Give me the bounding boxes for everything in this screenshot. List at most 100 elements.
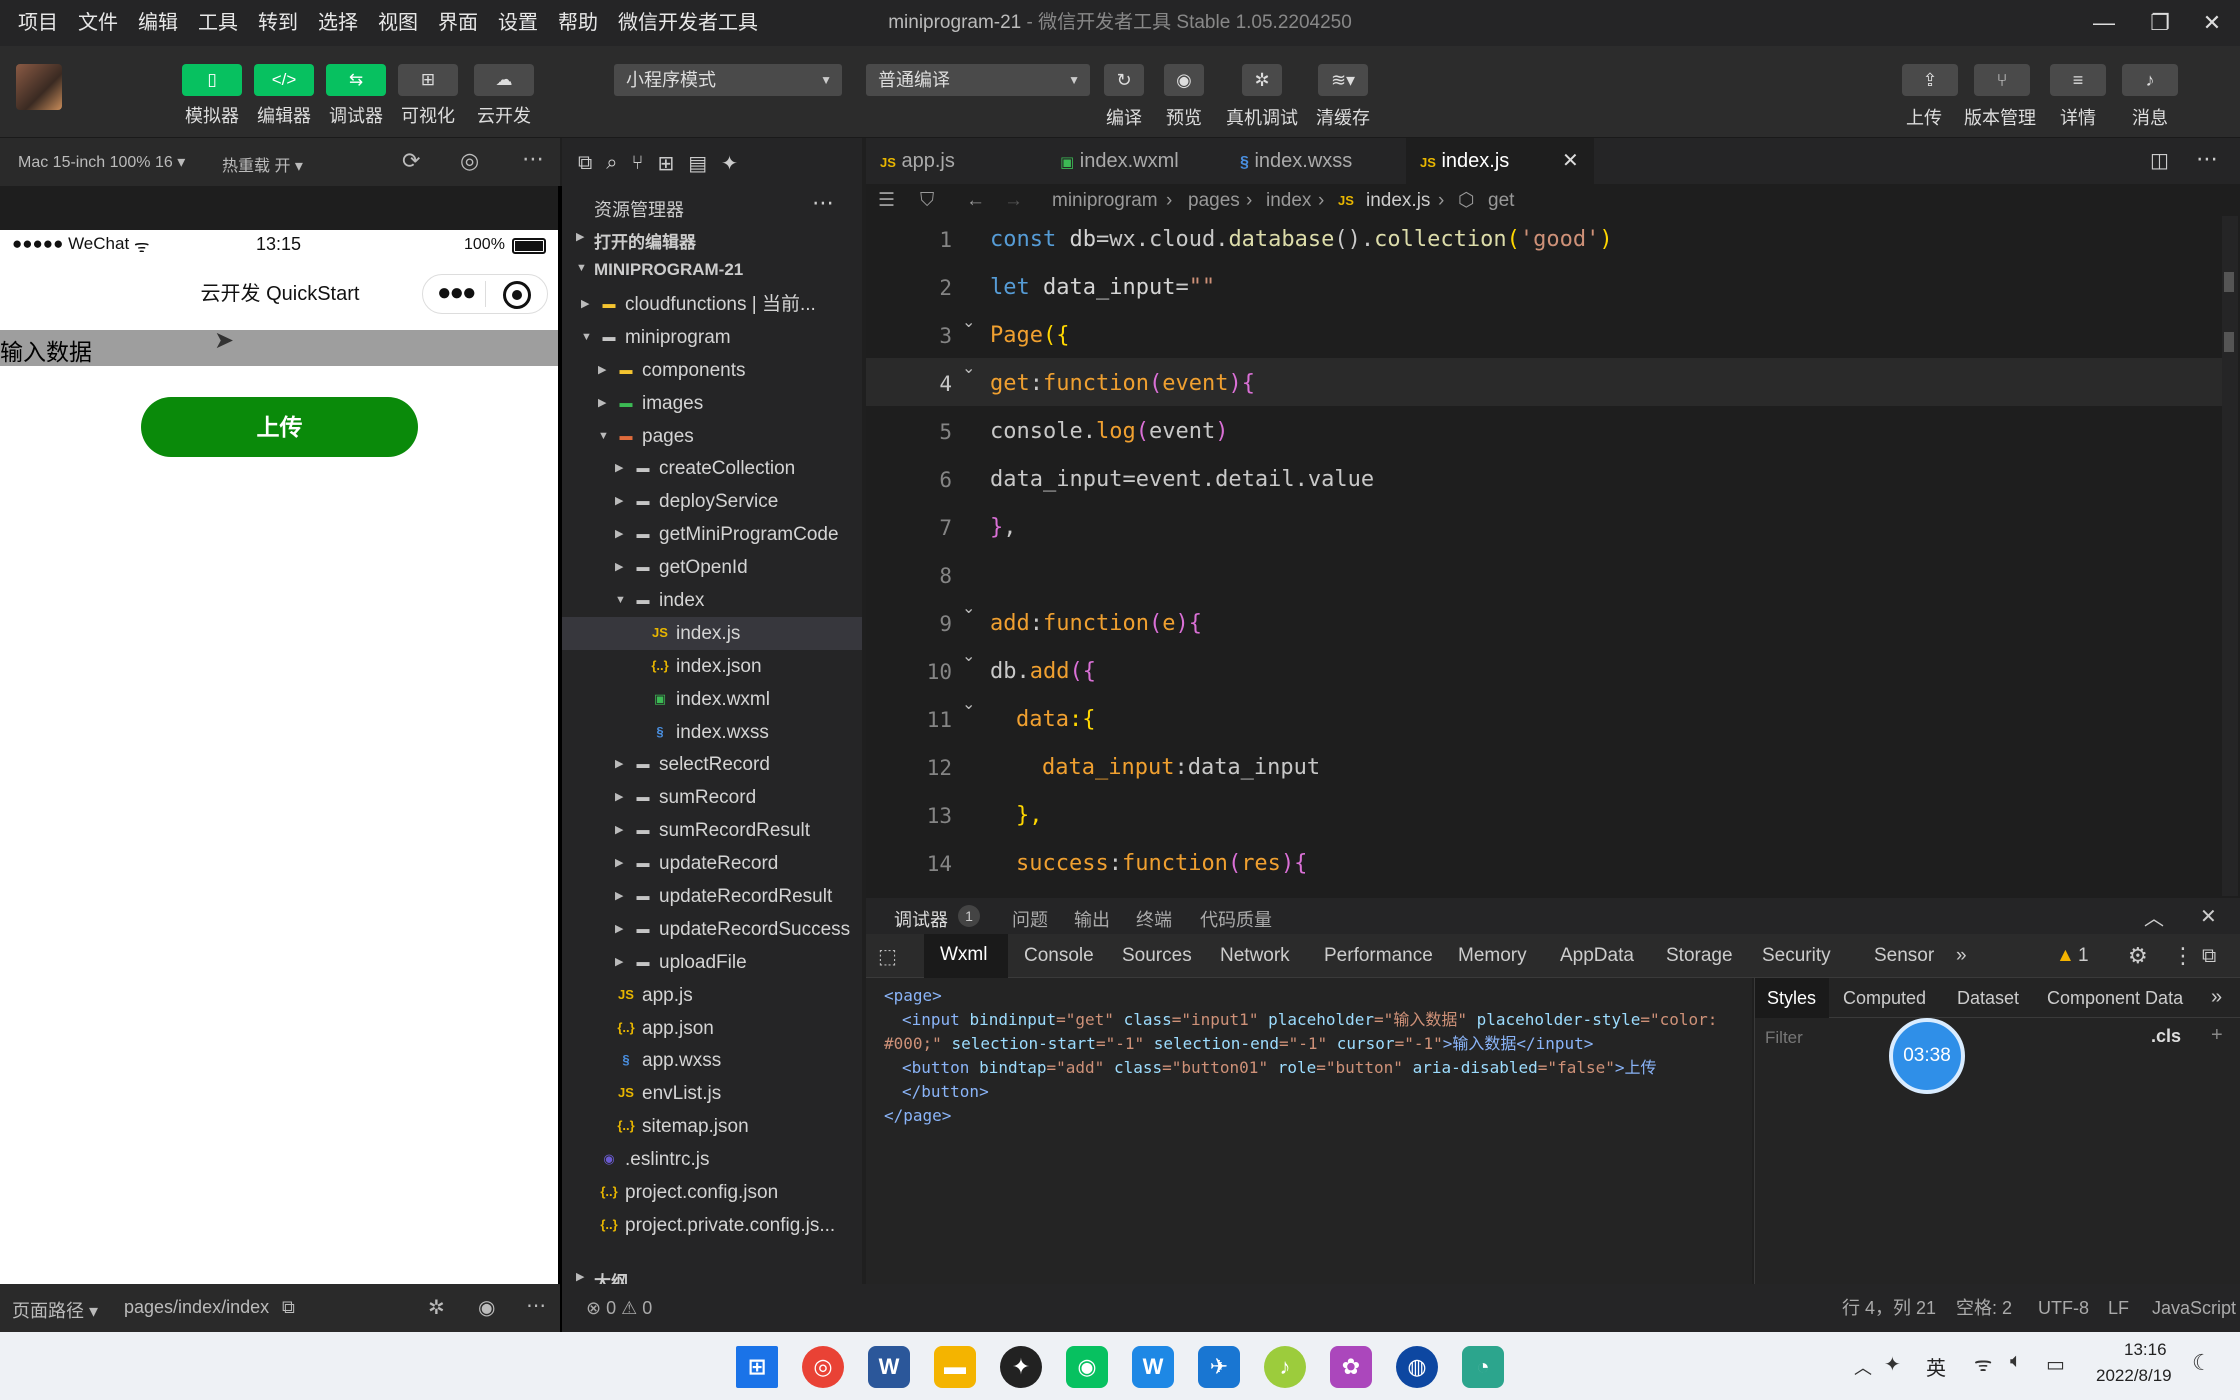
devtools-app-icon[interactable]: ◔: [1462, 1346, 1504, 1388]
compile-select[interactable]: 普通编译 ▼: [866, 64, 1090, 96]
folder-item[interactable]: ▶ ▬ createCollection: [562, 452, 862, 485]
feishu-icon[interactable]: ✈: [1198, 1346, 1240, 1388]
eye-icon[interactable]: ◉: [478, 1295, 495, 1320]
wxml-line[interactable]: </button>: [902, 1080, 989, 1104]
tab-index-wxss[interactable]: § index.wxss: [1226, 138, 1406, 184]
cursor-position[interactable]: 行 4，列 21: [1842, 1284, 1936, 1332]
folder-item[interactable]: ▶ ▬ getMiniProgramCode: [562, 518, 862, 551]
fold-icon[interactable]: ⌄: [962, 646, 975, 666]
wifi-icon[interactable]: ᯤ: [1974, 1350, 1992, 1377]
data-input[interactable]: 输入数据: [0, 330, 560, 366]
breadcrumb-item[interactable]: pages: [1188, 184, 1240, 218]
mode-select[interactable]: 小程序模式 ▼: [614, 64, 842, 96]
file-item[interactable]: {..} app.json: [562, 1012, 862, 1045]
maximize-button[interactable]: ❐: [2132, 0, 2188, 46]
clock-date[interactable]: 2022/8/19: [2096, 1366, 2172, 1386]
folder-item[interactable]: ▶ ▬ selectRecord: [562, 748, 862, 781]
wxml-line[interactable]: </page>: [884, 1104, 951, 1128]
bird-icon[interactable]: ✦: [721, 151, 738, 176]
tab-index-js[interactable]: JS index.js ✕: [1406, 138, 1594, 184]
version-label[interactable]: 版本管理: [1964, 104, 2036, 130]
file-item[interactable]: ◉ .eslintrc.js: [562, 1143, 862, 1176]
more-tabs-icon[interactable]: »: [1956, 934, 1967, 978]
menu-project[interactable]: 项目: [0, 0, 68, 46]
tab-sensor[interactable]: Sensor: [1874, 934, 1934, 978]
bookmark-icon[interactable]: ⛉: [920, 184, 934, 218]
hotreload-select[interactable]: 热重载 开 ▾: [222, 152, 303, 176]
folder-item[interactable]: ▼ ▬ pages: [562, 420, 862, 453]
breadcrumb-item[interactable]: get: [1488, 184, 1514, 218]
tab-styles[interactable]: Styles: [1755, 978, 1829, 1018]
folder-item[interactable]: ▶ ▬ getOpenId: [562, 551, 862, 584]
folder-item[interactable]: ▼ ▬ index: [562, 584, 862, 617]
menu-devtools[interactable]: 微信开发者工具: [608, 0, 768, 46]
device-select[interactable]: Mac 15-inch 100% 16 ▾: [18, 152, 185, 172]
folder-item[interactable]: ▶ ▬ uploadFile: [562, 946, 862, 979]
menu-tools[interactable]: 工具: [188, 0, 248, 46]
list-icon[interactable]: ☰: [878, 184, 895, 218]
file-item[interactable]: JS app.js: [562, 979, 862, 1012]
browser-icon[interactable]: ◍: [1396, 1346, 1438, 1388]
folder-item[interactable]: ▶ ▬ images: [562, 387, 862, 420]
tab-problems[interactable]: 问题: [1012, 906, 1048, 932]
upload-icon[interactable]: ⇪: [1902, 64, 1958, 96]
more-icon[interactable]: ⋯: [812, 190, 834, 216]
folder-item[interactable]: ▶ ▬ sumRecordResult: [562, 814, 862, 847]
upload-button[interactable]: 上传: [141, 397, 418, 457]
tab-output[interactable]: 输出: [1074, 906, 1110, 932]
more-dots-icon[interactable]: ●●●: [437, 279, 476, 307]
menu-view[interactable]: 视图: [368, 0, 428, 46]
fold-icon[interactable]: ⌄: [962, 598, 975, 618]
messages-label[interactable]: 消息: [2132, 104, 2168, 130]
simulator-toggle-button[interactable]: ▯ 模拟器: [182, 64, 242, 128]
project-section[interactable]: MINIPROGRAM-21: [594, 260, 743, 280]
chevron-up-icon[interactable]: ︿: [1854, 1354, 1872, 1380]
encoding[interactable]: UTF-8: [2038, 1284, 2089, 1332]
gear-icon[interactable]: ⚙: [2128, 934, 2148, 978]
bug-icon[interactable]: ✲: [428, 1295, 445, 1320]
folder-item[interactable]: ▶ ▬ cloudfunctions | 当前...: [562, 288, 862, 321]
tab-terminal[interactable]: 终端: [1136, 906, 1172, 932]
back-icon[interactable]: ←: [966, 184, 985, 218]
folder-item[interactable]: ▶ ▬ deployService: [562, 485, 862, 518]
refresh-icon[interactable]: ↻: [1104, 64, 1144, 96]
minimize-button[interactable]: —: [2076, 0, 2132, 46]
source-control-icon[interactable]: ⑂: [631, 152, 643, 175]
file-item[interactable]: {..} project.private.config.js...: [562, 1209, 862, 1242]
page-path-select[interactable]: 页面路径 ▾: [12, 1297, 98, 1323]
wxml-line[interactable]: #000;" selection-start="-1" selection-en…: [884, 1032, 1593, 1056]
music-icon[interactable]: ♪: [1264, 1346, 1306, 1388]
error-count[interactable]: ⊗ 0 ⚠ 0: [586, 1284, 652, 1332]
wxml-tree[interactable]: <page> <input bindinput="get" class="inp…: [866, 978, 1752, 1284]
file-item[interactable]: {..} sitemap.json: [562, 1110, 862, 1143]
tab-storage[interactable]: Storage: [1666, 934, 1733, 978]
tab-app-js[interactable]: JS app.js: [866, 138, 1046, 184]
open-editors-section[interactable]: 打开的编辑器: [594, 228, 696, 253]
rotate-icon[interactable]: ⟳: [402, 148, 420, 174]
file-item[interactable]: {..} project.config.json: [562, 1176, 862, 1209]
qq-tray-icon[interactable]: ✦: [1884, 1352, 1901, 1377]
word-icon[interactable]: W: [868, 1346, 910, 1388]
folder-icon[interactable]: ▬: [934, 1346, 976, 1388]
menu-edit[interactable]: 编辑: [128, 0, 188, 46]
fold-icon[interactable]: ⌄: [962, 694, 975, 714]
upload-label[interactable]: 上传: [1906, 104, 1942, 130]
clock-time[interactable]: 13:16: [2124, 1340, 2167, 1360]
visual-toggle-button[interactable]: ⊞ 可视化: [398, 64, 458, 128]
preview-label[interactable]: 预览: [1166, 104, 1202, 130]
stop-icon[interactable]: ◎: [460, 148, 479, 174]
writer-icon[interactable]: W: [1132, 1346, 1174, 1388]
breadcrumb-item[interactable]: index.js: [1366, 184, 1430, 218]
tab-wxml[interactable]: Wxml: [924, 934, 1008, 978]
chrome-icon[interactable]: ◎: [802, 1346, 844, 1388]
capsule-button[interactable]: ●●●: [422, 274, 548, 314]
tab-code-quality[interactable]: 代码质量: [1200, 906, 1272, 932]
cls-toggle[interactable]: .cls: [2151, 1026, 2181, 1047]
close-tab-icon[interactable]: ✕: [1562, 138, 1579, 184]
wxml-line[interactable]: <input bindinput="get" class="input1" pl…: [902, 1008, 1717, 1032]
fold-icon[interactable]: ⌄: [962, 358, 975, 378]
file-item[interactable]: § index.wxss: [562, 716, 862, 749]
close-miniprogram-icon[interactable]: [503, 281, 531, 309]
folder-item[interactable]: ▶ ▬ updateRecordResult: [562, 880, 862, 913]
more-tabs-icon[interactable]: »: [2211, 986, 2222, 1009]
